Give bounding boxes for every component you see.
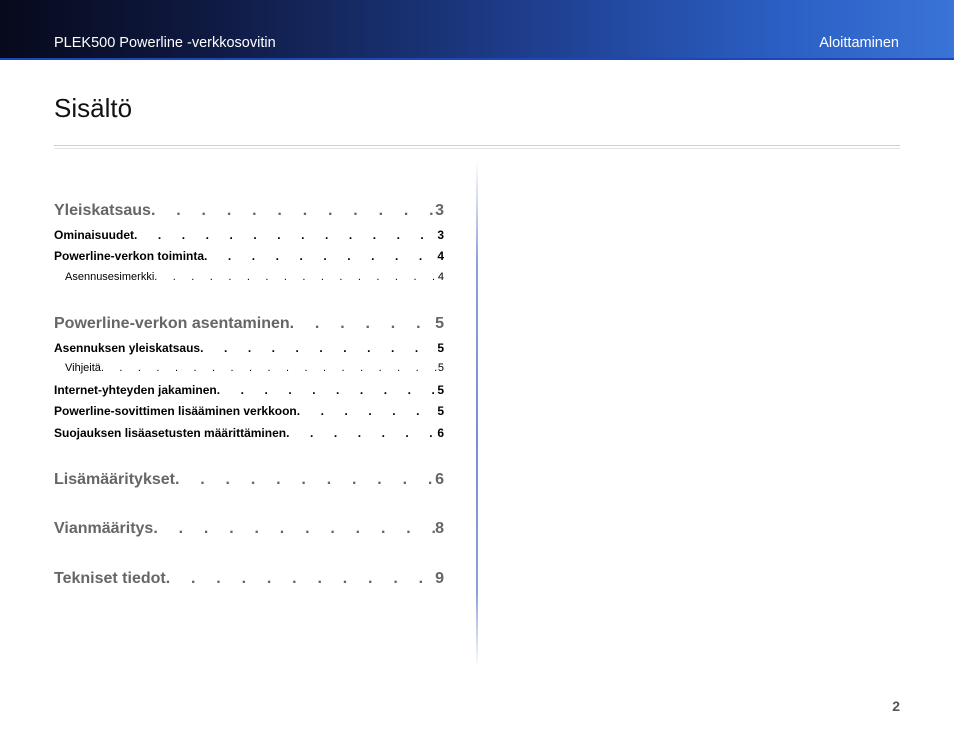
toc-leader-dots: . . . . . . . . . . . . . . . . . . . . … xyxy=(154,271,438,283)
toc-entry-page: 8 xyxy=(435,520,444,537)
toc-leader-dots: . . . . . . . . . . . . . . . . . . . . … xyxy=(165,570,435,587)
toc-entry-page: 5 xyxy=(437,383,444,397)
toc-entry-page: 5 xyxy=(437,404,444,418)
toc-entry-page: 6 xyxy=(435,471,444,488)
toc-leader-dots: . . . . . . . . . . . . . . . . . . . . … xyxy=(296,404,438,418)
toc-entry-title: Suojauksen lisäasetusten määrittäminen xyxy=(54,426,287,440)
toc-entry-page: 3 xyxy=(435,202,444,219)
toc-entry-page: 6 xyxy=(437,426,444,440)
toc-entry-title: Tekniset tiedot xyxy=(54,570,166,587)
toc-entry-lisamaaritykset[interactable]: Lisämääritykset . . . . . . . . . . . . … xyxy=(54,470,444,490)
heading-divider xyxy=(54,145,900,146)
toc-entry-internet-yhteyden-jakaminen[interactable]: Internet-yhteyden jakaminen . . . . . . … xyxy=(54,382,444,398)
toc-entry-tekniset-tiedot[interactable]: Tekniset tiedot . . . . . . . . . . . . … xyxy=(54,569,444,589)
toc-entry-title: Powerline-sovittimen lisääminen verkkoon xyxy=(54,404,297,418)
toc-entry-page: 4 xyxy=(437,271,444,283)
toc-entry-page: 3 xyxy=(437,228,444,242)
toc-entry-title: Lisämääritykset xyxy=(54,471,175,488)
toc-leader-dots: . . . . . . . . . . . . . . . . . . . . … xyxy=(174,471,435,488)
toc-entry-powerline-verkon-asentaminen[interactable]: Powerline-verkon asentaminen . . . . . .… xyxy=(54,314,444,334)
toc-leader-dots: . . . . . . . . . . . . . . . . . . . . … xyxy=(100,362,438,374)
toc-entry-page: 5 xyxy=(437,341,444,355)
toc-entry-title: Asennuksen yleiskatsaus xyxy=(54,341,201,355)
column-divider xyxy=(476,160,478,668)
toc-entry-ominaisuudet[interactable]: Ominaisuudet . . . . . . . . . . . . . .… xyxy=(54,227,444,243)
section-name: Aloittaminen xyxy=(819,35,899,51)
toc-entry-page: 5 xyxy=(437,362,444,374)
page-number: 2 xyxy=(892,698,900,714)
toc-entry-title: Yleiskatsaus xyxy=(54,202,151,219)
toc-leader-dots: . . . . . . . . . . . . . . . . . . . . … xyxy=(216,383,438,397)
page-title: Sisältö xyxy=(54,93,133,123)
toc-entry-vianmaaritys[interactable]: Vianmääritys . . . . . . . . . . . . . .… xyxy=(54,519,444,539)
toc-entry-asennusesimerkki[interactable]: Asennusesimerkki . . . . . . . . . . . .… xyxy=(54,270,444,284)
toc-entry-vihjeita[interactable]: Vihjeitä . . . . . . . . . . . . . . . .… xyxy=(54,361,444,375)
toc-entry-title: Vianmääritys xyxy=(54,520,154,537)
toc-entry-asennuksen-yleiskatsaus[interactable]: Asennuksen yleiskatsaus . . . . . . . . … xyxy=(54,340,444,356)
toc-leader-dots: . . . . . . . . . . . . . . . . . . . . … xyxy=(204,249,437,263)
toc-leader-dots: . . . . . . . . . . . . . . . . . . . . … xyxy=(150,202,435,219)
toc-entry-title: Internet-yhteyden jakaminen xyxy=(54,383,217,397)
toc-entry-powerline-verkon-toiminta[interactable]: Powerline-verkon toiminta . . . . . . . … xyxy=(54,248,444,264)
toc-entry-title: Asennusesimerkki xyxy=(65,271,155,283)
toc-leader-dots: . . . . . . . . . . . . . . . . . . . . … xyxy=(200,341,437,355)
toc-entry-page: 5 xyxy=(435,315,444,332)
toc-entry-suojauksen-lisaasetukset[interactable]: Suojauksen lisäasetusten määrittäminen .… xyxy=(54,425,444,441)
toc-leader-dots: . . . . . . . . . . . . . . . . . . . . … xyxy=(153,520,435,537)
toc-entry-title: Ominaisuudet xyxy=(54,228,135,242)
document-title: PLEK500 Powerline -verkkosovitin xyxy=(54,35,276,51)
toc-entry-powerline-sovittimen-lisaaminen[interactable]: Powerline-sovittimen lisääminen verkkoon… xyxy=(54,403,444,419)
toc-entry-page: 4 xyxy=(437,249,444,263)
toc-leader-dots: . . . . . . . . . . . . . . . . . . . . … xyxy=(286,426,437,440)
page-header-bar: PLEK500 Powerline -verkkosovitin Aloitta… xyxy=(0,0,954,60)
toc-entry-title: Powerline-verkon toiminta xyxy=(54,249,205,263)
toc-entry-title: Powerline-verkon asentaminen xyxy=(54,315,290,332)
toc-entry-page: 9 xyxy=(435,570,444,587)
toc-leader-dots: . . . . . . . . . . . . . . . . . . . . … xyxy=(289,315,435,332)
heading-divider-secondary xyxy=(54,148,900,149)
toc-entry-yleiskatsaus[interactable]: Yleiskatsaus . . . . . . . . . . . . . .… xyxy=(54,201,444,221)
toc-entry-title: Vihjeitä xyxy=(65,362,101,374)
toc-leader-dots: . . . . . . . . . . . . . . . . . . . . … xyxy=(134,228,437,242)
